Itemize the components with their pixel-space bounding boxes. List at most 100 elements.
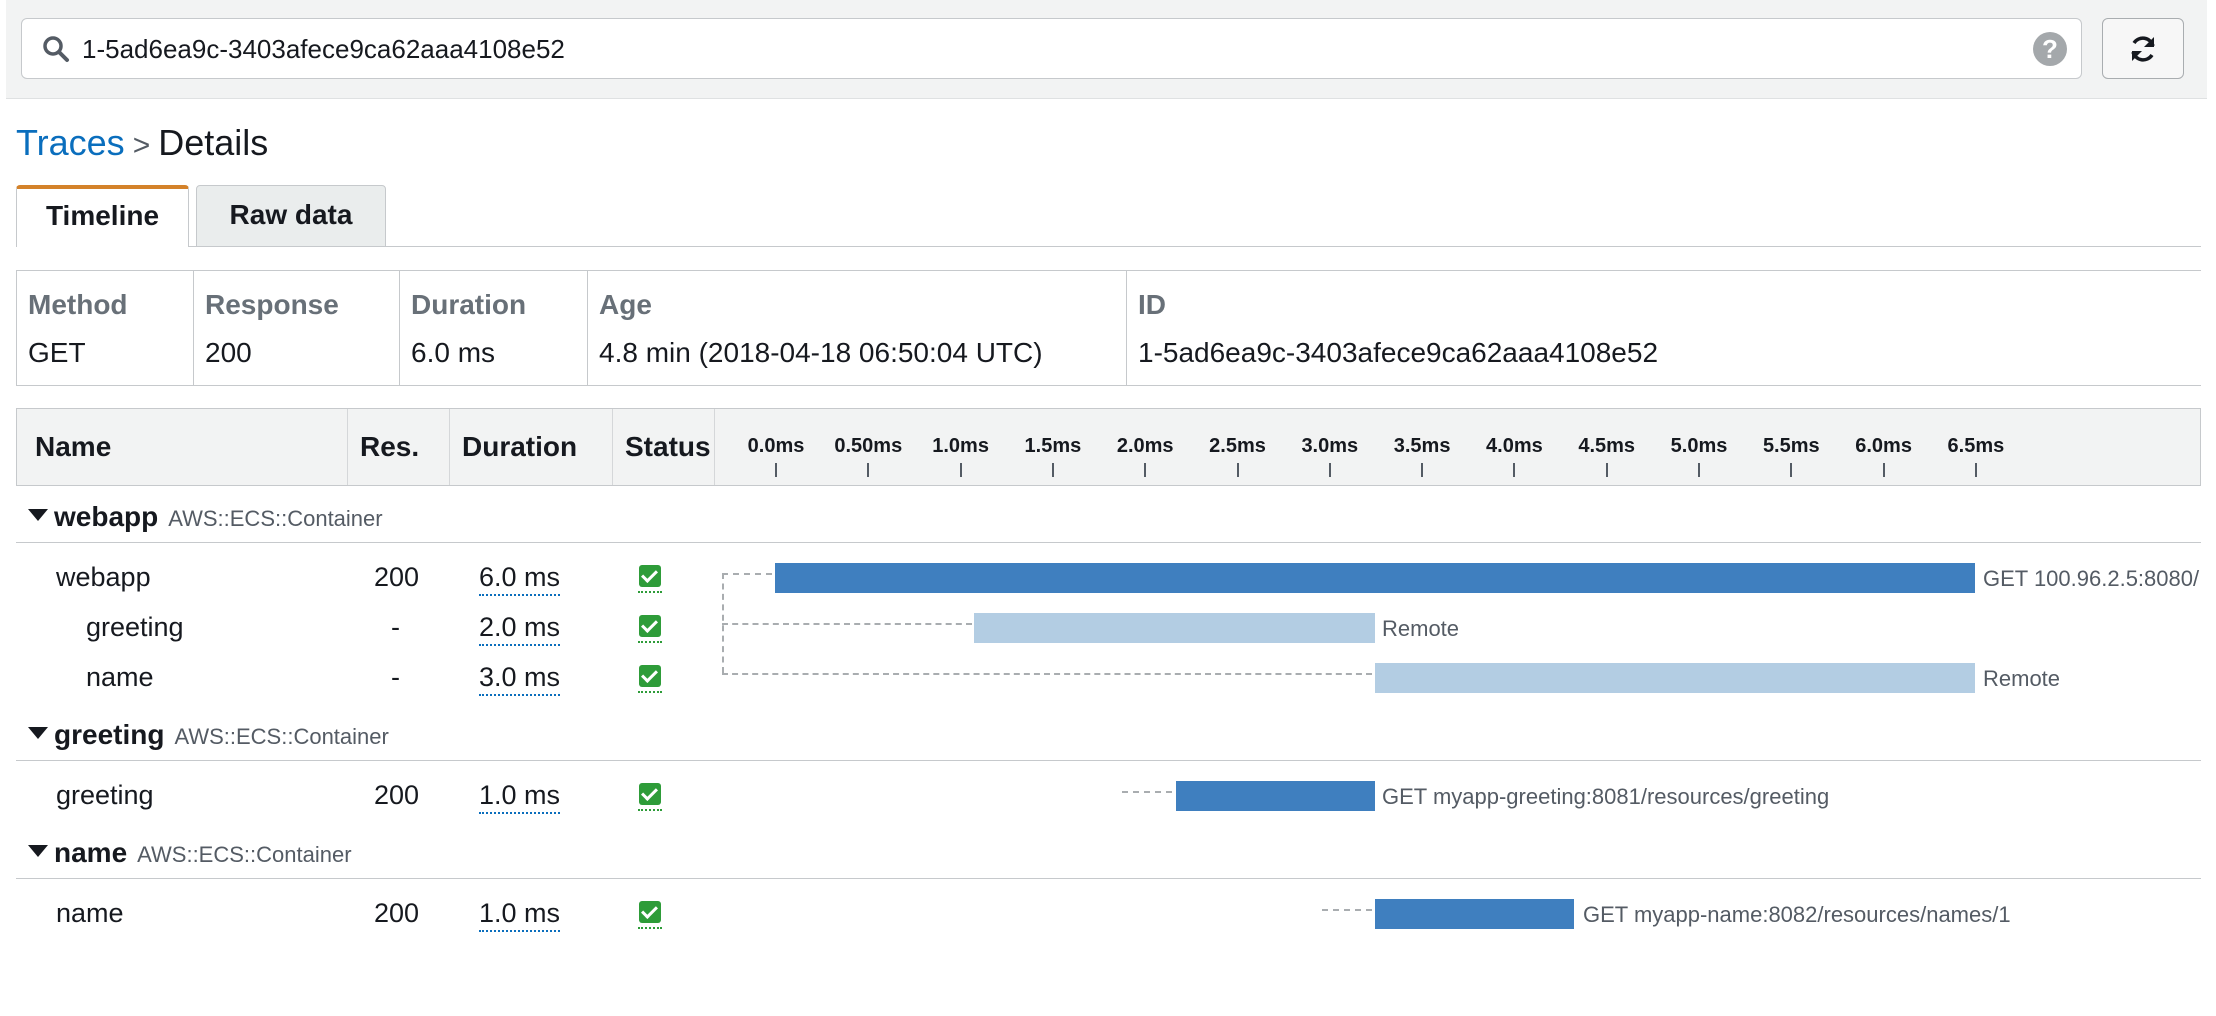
timeline-table-header: Name Res. Duration Status 0.0ms 0.50ms 1.0… (16, 408, 2201, 486)
breadcrumb-traces-link[interactable]: Traces (16, 122, 125, 163)
breadcrumb-current: Details (158, 122, 269, 163)
segment-label: Remote (1382, 616, 1460, 641)
timeline-tick-mark (867, 463, 870, 477)
summary-duration-value: 6.0 ms (411, 337, 496, 368)
group-name: webapp AWS::ECS::Container (54, 501, 383, 532)
search-input[interactable] (82, 31, 1982, 67)
search-bar: ? (6, 0, 2207, 99)
timeline-tick-label: 6.0ms (1855, 435, 1912, 457)
row-name: name (56, 898, 124, 928)
span-connector (722, 673, 1372, 675)
summary-method: Method GET (17, 271, 194, 385)
summary-method-label: Method (28, 289, 128, 320)
group-type: AWS::ECS::Container (174, 724, 389, 749)
segment-label: GET 100.96.2.5:8080/ (1983, 566, 2200, 591)
row-res: - (391, 662, 400, 692)
timeline-tick-mark (1882, 463, 1885, 477)
status-ok-icon (639, 615, 661, 637)
group-type: AWS::ECS::Container (137, 842, 352, 867)
status-underline (638, 809, 662, 811)
row-duration[interactable]: 3.0 ms (479, 662, 561, 696)
timeline-tick-mark (1790, 463, 1793, 477)
timeline-tick-mark (775, 463, 777, 477)
timeline-tick-mark (1144, 463, 1147, 477)
timeline-tick-label: 0.50ms (834, 435, 903, 457)
segment-bar[interactable] (1175, 781, 1375, 811)
summary-age: Age 4.8 min (2018-04-18 06:50:04 UTC) (588, 271, 1127, 385)
status-ok-icon (639, 901, 661, 923)
timeline-tick-label: 4.5ms (1578, 435, 1636, 457)
group-name: greeting AWS::ECS::Container (54, 719, 389, 750)
summary-method-value: GET (28, 337, 86, 368)
row-duration[interactable]: 2.0 ms (479, 612, 561, 646)
status-underline (638, 641, 662, 643)
caret-down-icon[interactable] (28, 845, 48, 857)
segment-bar[interactable] (775, 563, 1975, 593)
summary-response-value: 200 (205, 337, 252, 368)
timeline-axis: 0.0ms 0.50ms 1.0ms 1.5ms 2.0ms 2.5ms 3.0ms 3.5m… (17, 409, 2202, 485)
timeline-tick-label: 1.5ms (1024, 435, 1082, 457)
span-connector (722, 573, 772, 575)
summary-duration: Duration 6.0 ms (400, 271, 588, 385)
caret-down-icon[interactable] (28, 509, 48, 521)
status-underline (638, 691, 662, 693)
question-circle-icon[interactable]: ? (2033, 32, 2067, 66)
summary-age-label: Age (599, 289, 652, 320)
tab-timeline[interactable]: Timeline (16, 185, 189, 247)
group-header-webapp[interactable]: webapp AWS::ECS::Container (16, 493, 2201, 543)
timeline-tick-label: 5.0ms (1670, 435, 1728, 457)
span-connector (1322, 909, 1372, 911)
table-row[interactable]: name 200 1.0 ms GET myapp-name:8082/reso… (0, 894, 2216, 934)
table-row[interactable]: greeting 200 1.0 ms GET myapp-greeting:8… (0, 776, 2216, 816)
refresh-button[interactable] (2102, 18, 2184, 79)
tab-raw-data[interactable]: Raw data (196, 185, 386, 247)
segment-bar[interactable] (1374, 899, 1575, 929)
timeline-tick-label: 2.0ms (1116, 435, 1174, 457)
caret-down-icon[interactable] (28, 727, 48, 739)
summary-response-label: Response (205, 289, 339, 320)
summary-age-value: 4.8 min (2018-04-18 06:50:04 UTC) (599, 337, 1043, 368)
summary-id: ID 1-5ad6ea9c-3403afece9ca62aaa4108e52 (1127, 271, 2202, 385)
row-duration[interactable]: 6.0 ms (479, 562, 561, 596)
span-connector (1122, 791, 1172, 793)
search-icon (43, 36, 69, 62)
timeline-tick-mark (959, 463, 962, 477)
row-res: 200 (374, 780, 420, 810)
refresh-icon (2131, 36, 2155, 62)
breadcrumb-separator: > (132, 129, 151, 162)
group-header-greeting[interactable]: greeting AWS::ECS::Container (16, 711, 2201, 761)
row-duration[interactable]: 1.0 ms (479, 898, 561, 932)
row-name: greeting (86, 612, 184, 642)
group-type: AWS::ECS::Container (168, 506, 383, 531)
timeline-tick-label: 0.0ms (747, 435, 805, 457)
row-res: 200 (374, 562, 420, 592)
segment-label: GET myapp-name:8082/resources/names/1 (1583, 902, 2011, 927)
trace-summary: Method GET Response 200 Duration 6.0 ms … (16, 270, 2201, 386)
group-header-name[interactable]: name AWS::ECS::Container (16, 829, 2201, 879)
summary-id-value: 1-5ad6ea9c-3403afece9ca62aaa4108e52 (1138, 337, 1659, 368)
timeline-tick-mark (1513, 463, 1516, 477)
status-ok-icon (639, 565, 661, 587)
row-name: webapp (56, 562, 151, 592)
status-ok-icon (639, 783, 661, 805)
summary-response: Response 200 (194, 271, 400, 385)
timeline-tick-label: 6.5ms (1947, 435, 2005, 457)
segment-bar[interactable] (1374, 663, 1975, 693)
segment-bar[interactable] (974, 613, 1375, 643)
timeline-tick-mark (1051, 463, 1054, 477)
timeline-tick-mark (1974, 463, 1977, 477)
group-name: name AWS::ECS::Container (54, 837, 352, 868)
timeline-tick-label: 3.0ms (1301, 435, 1359, 457)
row-duration[interactable]: 1.0 ms (479, 780, 561, 814)
status-ok-icon (639, 665, 661, 687)
timeline-tick-mark (1421, 463, 1424, 477)
search-box[interactable]: ? (21, 18, 2082, 79)
timeline-tick-label: 5.5ms (1762, 435, 1820, 457)
breadcrumb: Traces > Details (16, 122, 268, 164)
row-name: greeting (56, 780, 154, 810)
timeline-tick-label: 3.5ms (1393, 435, 1451, 457)
row-res: - (391, 612, 400, 642)
status-underline (638, 927, 662, 929)
timeline-tick-label: 2.5ms (1209, 435, 1266, 457)
timeline-tick-mark (1605, 463, 1608, 477)
